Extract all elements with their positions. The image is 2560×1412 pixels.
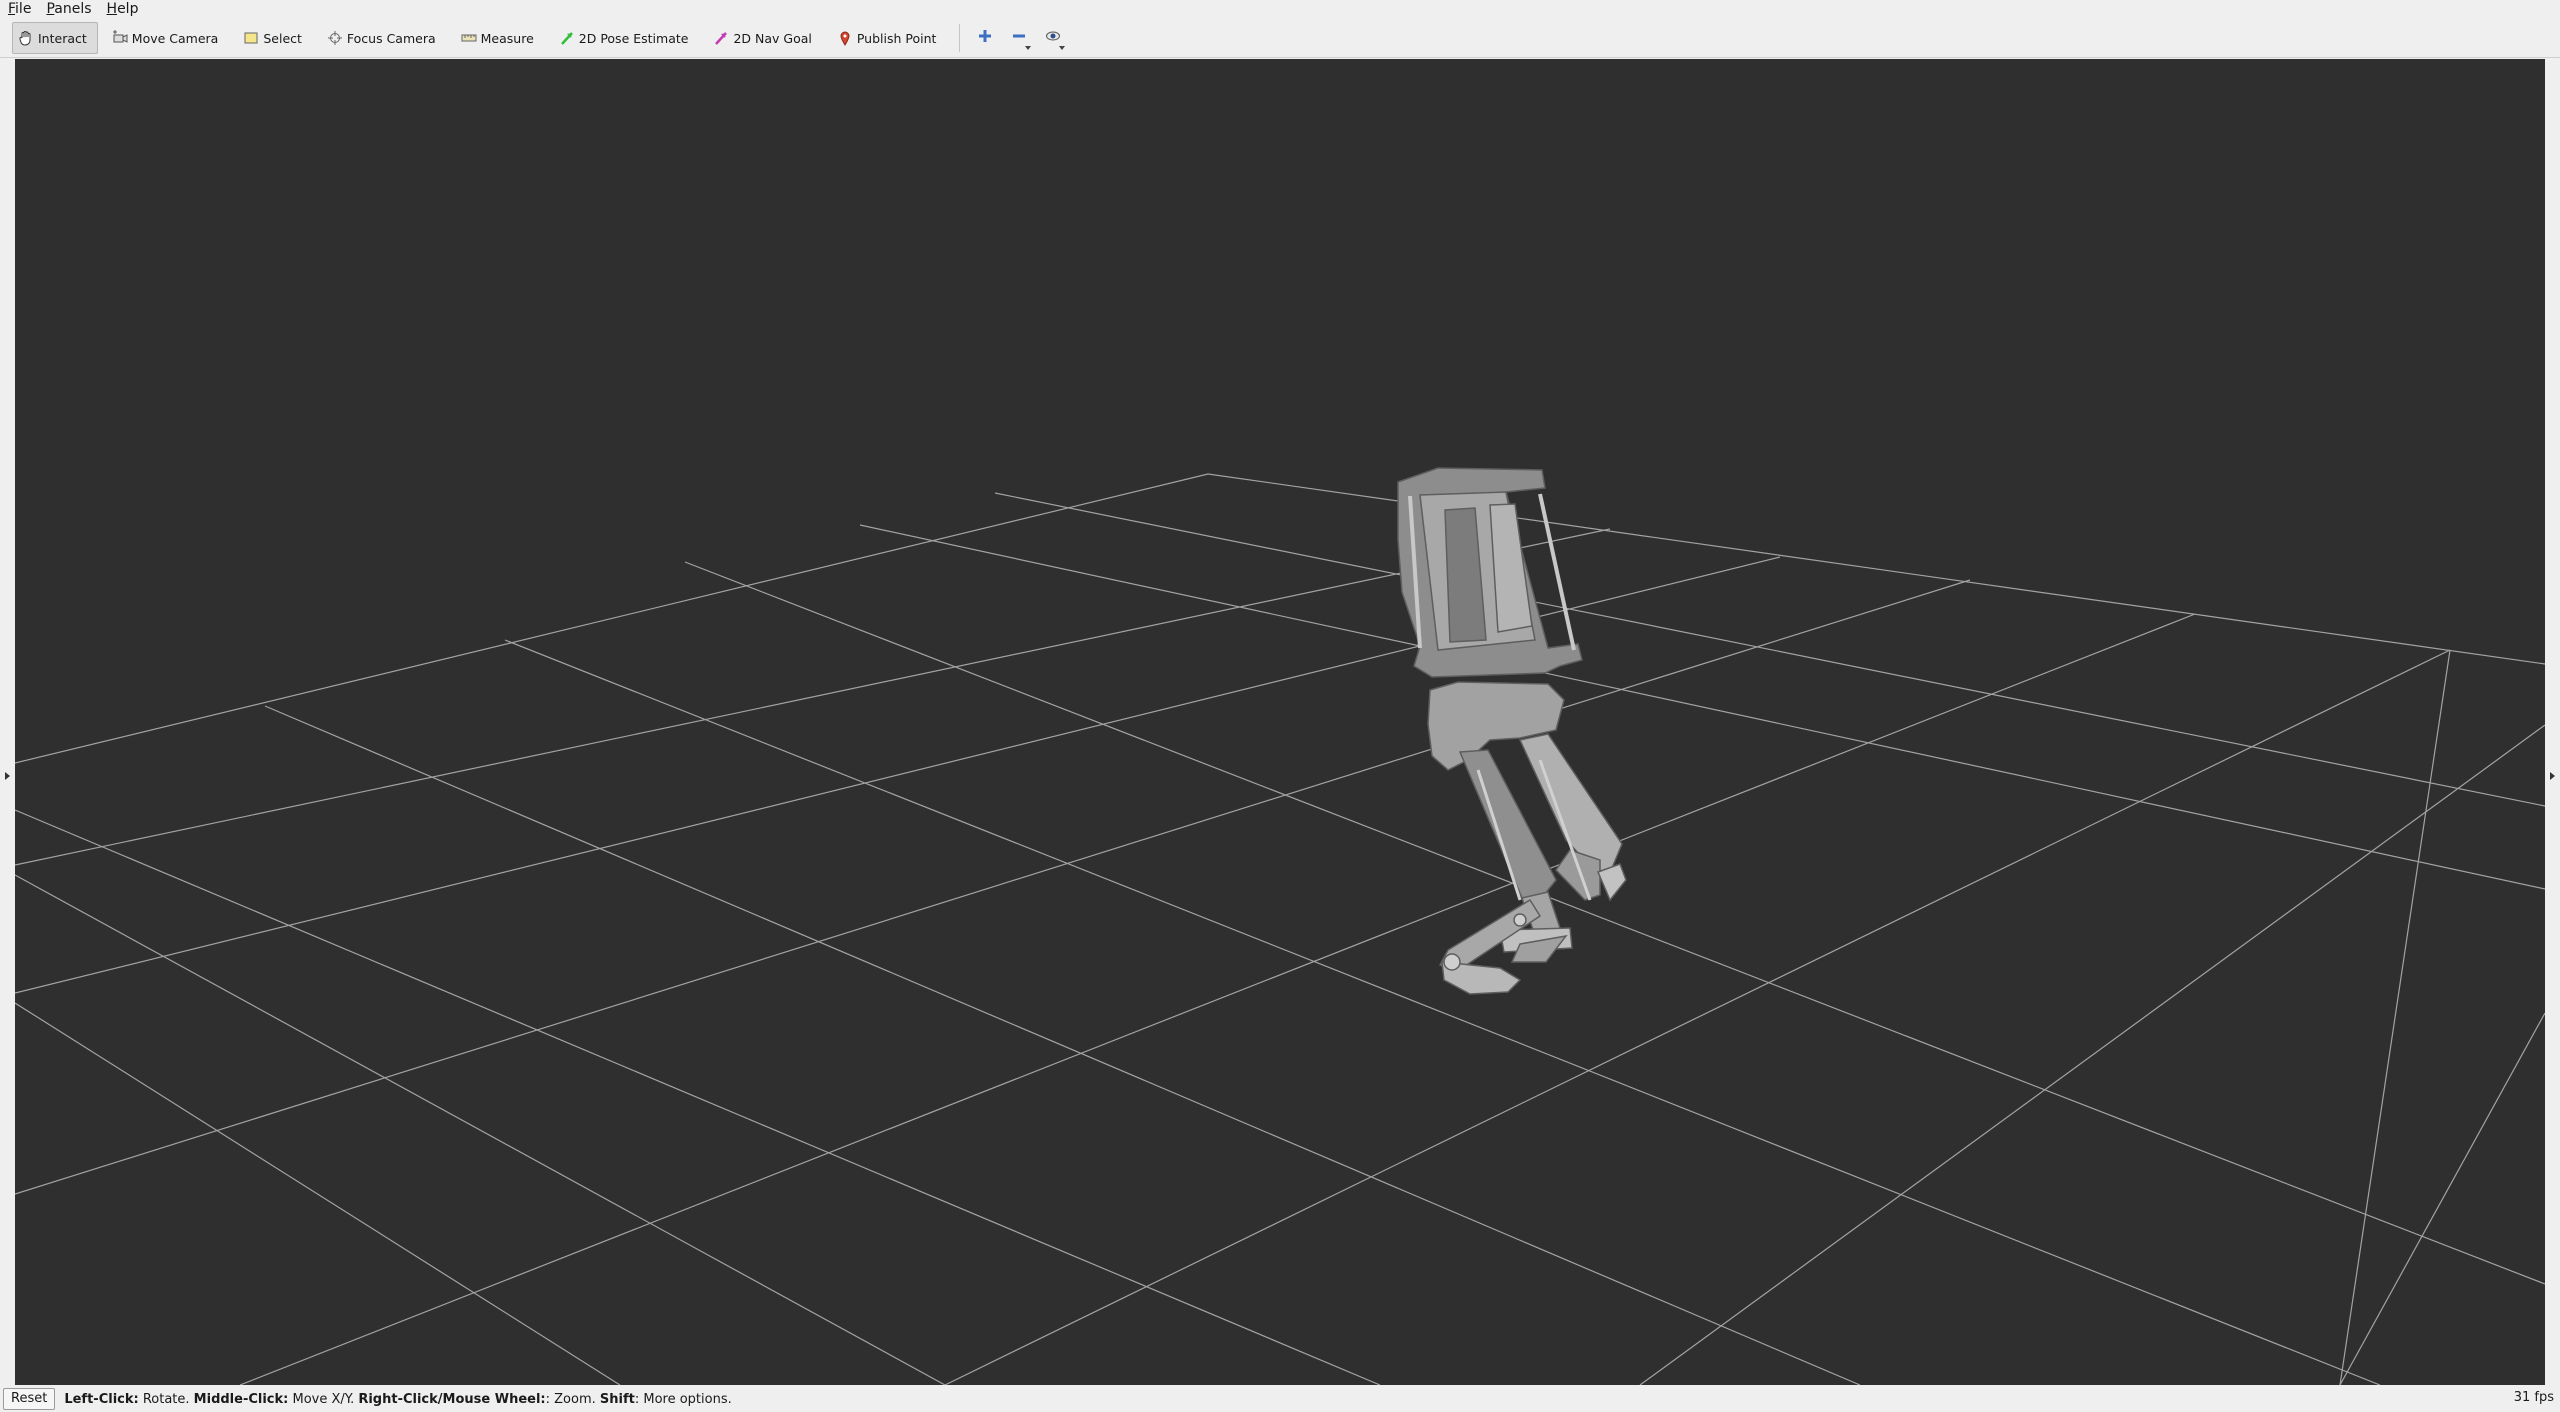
tool-label: Interact xyxy=(38,30,87,46)
add-tool-icon xyxy=(977,28,993,48)
hint-key: Right-Click/Mouse Wheel: xyxy=(358,1391,546,1407)
tool-2d-nav-goal-button[interactable]: 2D Nav Goal xyxy=(707,22,822,54)
add-tool-button[interactable] xyxy=(970,23,1000,53)
reset-button[interactable]: Reset xyxy=(3,1388,56,1410)
chevron-down-icon xyxy=(1025,46,1032,50)
hand-cursor-icon xyxy=(17,29,35,47)
hint-text: : Zoom. xyxy=(545,1391,600,1407)
hint-text: Rotate. xyxy=(138,1391,194,1407)
menu-bar: File Panels Help xyxy=(0,0,2560,19)
tool-focus-camera-button[interactable]: Focus Camera xyxy=(321,22,447,54)
tool-interact-button[interactable]: Interact xyxy=(12,22,98,54)
camera-view-icon xyxy=(1045,28,1061,48)
hint-text: Move X/Y. xyxy=(288,1391,359,1407)
tool-label: Select xyxy=(263,30,302,46)
ruler-icon xyxy=(460,29,478,47)
tool-select-button[interactable]: Select xyxy=(237,22,313,54)
tool-measure-button[interactable]: Measure xyxy=(455,22,545,54)
menu-panels[interactable]: Panels xyxy=(38,0,98,19)
chevron-down-icon xyxy=(1059,46,1066,50)
chevron-right-icon xyxy=(2550,772,2555,780)
hint-key: Middle-Click: xyxy=(193,1391,289,1407)
interaction-hint: Left-Click: Rotate. Middle-Click: Move X… xyxy=(64,1392,731,1407)
hint-key: Shift xyxy=(599,1391,635,1407)
grid-canvas xyxy=(15,467,2545,1385)
tool-label: Measure xyxy=(480,30,534,46)
magenta-arrow-icon xyxy=(712,29,730,47)
tool-label: Publish Point xyxy=(856,30,937,46)
hint-text: : More options. xyxy=(634,1391,732,1407)
fps-counter: 31 fps xyxy=(2513,1390,2554,1405)
tool-publish-point-button[interactable]: Publish Point xyxy=(831,22,948,54)
status-bar: Reset Left-Click: Rotate. Middle-Click: … xyxy=(0,1386,2560,1412)
ground-grid xyxy=(15,473,2545,1385)
chevron-right-icon xyxy=(5,772,10,780)
menu-help[interactable]: Help xyxy=(99,0,146,19)
right-panel-collapse-handle[interactable] xyxy=(2545,59,2560,1385)
map-pin-icon xyxy=(836,29,854,47)
menu-file[interactable]: File xyxy=(0,0,38,19)
tool-move-camera-button[interactable]: Move Camera xyxy=(106,22,230,54)
hint-key: Left-Click: xyxy=(64,1391,139,1407)
tool-label: 2D Pose Estimate xyxy=(578,30,689,46)
select-rectangle-icon xyxy=(242,29,260,47)
tool-bar: Interact Move Camera Select Focus Camera… xyxy=(0,19,2560,58)
tool-label: Move Camera xyxy=(131,30,219,46)
toolbar-separator xyxy=(959,24,961,52)
left-panel-collapse-handle[interactable] xyxy=(0,59,15,1385)
tool-2d-pose-estimate-button[interactable]: 2D Pose Estimate xyxy=(553,22,700,54)
remove-tool-icon xyxy=(1011,28,1027,48)
remove-tool-button[interactable] xyxy=(1004,23,1034,53)
camera-view-button[interactable] xyxy=(1038,23,1068,53)
move-camera-icon xyxy=(111,29,129,47)
focus-crosshair-icon xyxy=(326,29,344,47)
tool-label: Focus Camera xyxy=(346,30,436,46)
render-viewport[interactable] xyxy=(15,59,2545,1385)
tool-label: 2D Nav Goal xyxy=(733,30,812,46)
green-arrow-icon xyxy=(558,29,576,47)
